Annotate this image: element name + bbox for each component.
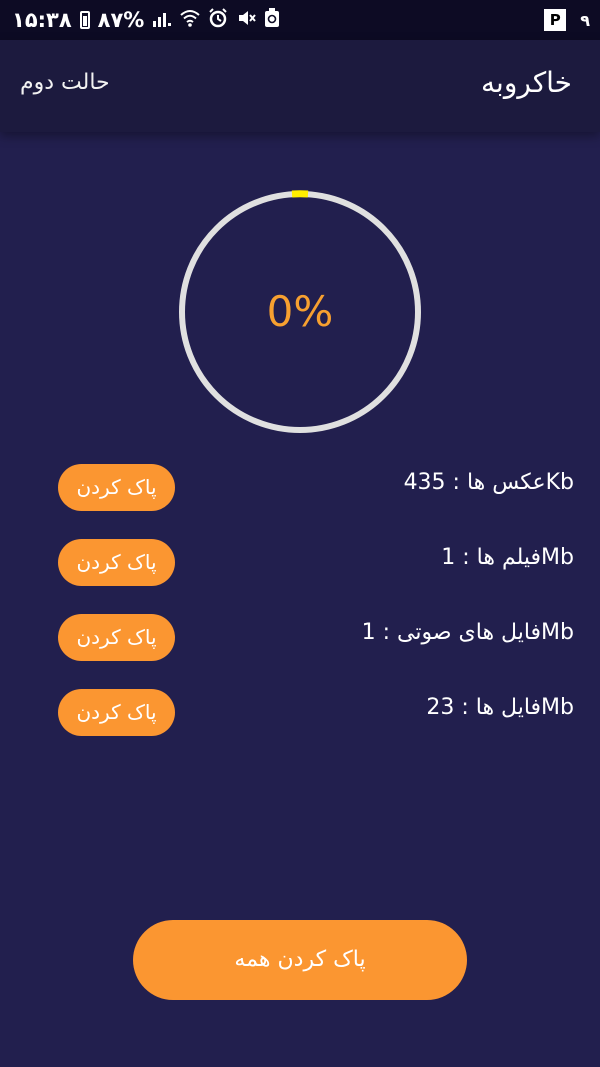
audio-size-label: فایل های صوتی : 1Mb — [361, 620, 574, 645]
status-digit: ۹ — [580, 10, 590, 30]
status-time: ۱۵:۳۸ — [12, 8, 72, 32]
cleanup-progress: 0% — [178, 190, 422, 434]
clean-files-button[interactable]: پاک کردن — [58, 689, 175, 736]
recycle-icon — [264, 7, 280, 33]
alarm-icon — [208, 7, 228, 33]
clean-videos-button[interactable]: پاک کردن — [58, 539, 175, 586]
mute-icon — [236, 8, 257, 33]
app-notification-icon: P — [544, 9, 567, 31]
second-mode-button[interactable]: حالت دوم — [20, 70, 110, 95]
files-size-label: فایل ها : 23Mb — [426, 695, 574, 720]
category-row-videos: فیلم ها : 1Mb پاک کردن — [0, 537, 600, 586]
app-title: خاکروبه — [481, 66, 572, 99]
photos-size-label: عکس ها : 435Kb — [403, 470, 574, 495]
status-left-group: ۱۵:۳۸ ۸۷% — [12, 6, 280, 34]
signal-icon — [152, 8, 172, 32]
status-bar: ۱۵:۳۸ ۸۷% P ۹ — [0, 0, 600, 40]
wifi-icon — [180, 8, 201, 32]
battery-icon — [79, 11, 90, 29]
status-battery: ۸۷% — [97, 8, 145, 32]
status-right-group: P ۹ — [544, 6, 590, 34]
clean-all-button[interactable]: پاک کردن همه — [133, 920, 467, 1000]
progress-percent: 0% — [266, 287, 334, 336]
category-row-audio: فایل های صوتی : 1Mb پاک کردن — [0, 612, 600, 661]
clean-audio-button[interactable]: پاک کردن — [58, 614, 175, 661]
category-row-photos: عکس ها : 435Kb پاک کردن — [0, 462, 600, 511]
clean-photos-button[interactable]: پاک کردن — [58, 464, 175, 511]
videos-size-label: فیلم ها : 1Mb — [441, 545, 574, 570]
category-row-files: فایل ها : 23Mb پاک کردن — [0, 687, 600, 736]
app-bar: خاکروبه حالت دوم — [0, 40, 600, 132]
